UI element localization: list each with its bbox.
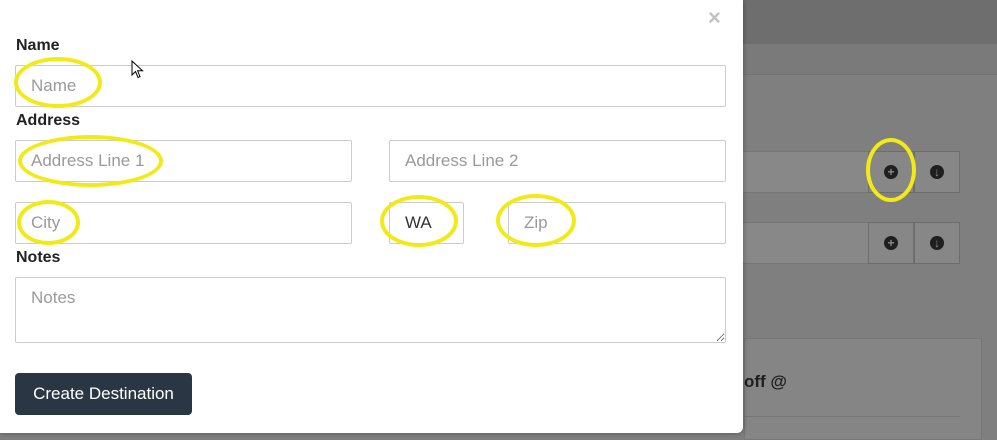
address-label: Address [16,112,81,129]
background-download-button-2: ↓ [914,222,960,264]
address-line1-input[interactable] [15,140,352,182]
notes-textarea[interactable] [15,277,726,343]
state-input[interactable] [389,202,464,244]
city-input[interactable] [15,202,352,244]
name-input[interactable] [15,65,726,107]
plus-circle-icon: + [884,165,898,179]
zip-input[interactable] [508,202,726,244]
background-add-button-1: + [868,151,914,193]
download-circle-icon: ↓ [930,165,944,179]
notes-label: Notes [16,249,61,266]
download-circle-icon: ↓ [930,236,944,250]
close-icon[interactable]: × [708,6,721,30]
background-input-1 [740,151,869,193]
background-add-button-2: + [868,222,914,264]
plus-circle-icon: + [884,236,898,250]
name-label: Name [16,37,60,54]
background-download-button-1: ↓ [914,151,960,193]
background-card-divider [744,416,960,417]
background-card-text: off @ [744,372,788,391]
mouse-cursor-icon [131,60,144,79]
create-destination-modal: × Name Address Notes Create Destination [0,0,743,433]
background-input-2 [740,222,869,264]
create-destination-button[interactable]: Create Destination [15,373,192,415]
address-line2-input[interactable] [389,140,726,182]
